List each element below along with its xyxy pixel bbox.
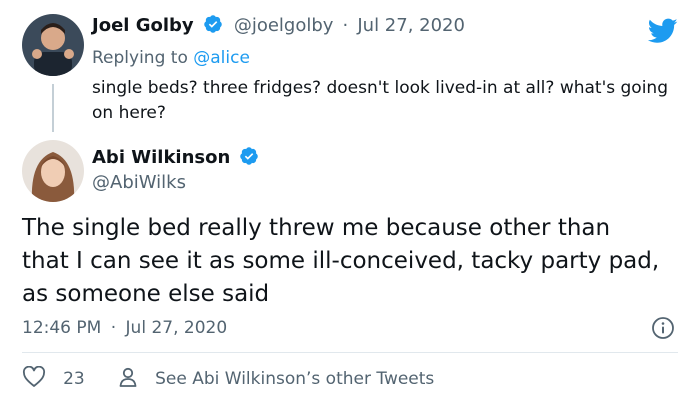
tweet-date[interactable]: Jul 27, 2020 bbox=[126, 318, 228, 338]
joel-avatar[interactable] bbox=[22, 14, 84, 76]
info-icon[interactable] bbox=[651, 316, 675, 340]
abi-avatar[interactable] bbox=[22, 140, 84, 202]
main-author: Abi Wilkinson bbox=[92, 146, 259, 168]
timestamp-separator: · bbox=[110, 318, 117, 338]
like-count: 23 bbox=[63, 369, 85, 389]
main-handle[interactable]: @AbiWilks bbox=[92, 172, 186, 193]
like-button[interactable]: 23 bbox=[22, 365, 85, 392]
twitter-bird-icon[interactable] bbox=[647, 18, 678, 44]
main-author-name[interactable]: Abi Wilkinson bbox=[92, 147, 230, 168]
person-icon bbox=[118, 366, 138, 388]
tweet-time[interactable]: 12:46 PM bbox=[22, 318, 101, 338]
replying-to-prefix: Replying to bbox=[92, 48, 194, 68]
timestamp[interactable]: 12:46 PM · Jul 27, 2020 bbox=[22, 318, 227, 338]
reply-header: Joel Golby @joelgolby · Jul 27, 2020 bbox=[92, 14, 465, 36]
verified-badge-icon bbox=[239, 146, 259, 166]
divider bbox=[22, 352, 678, 353]
replying-to-handle[interactable]: @alice bbox=[193, 48, 250, 68]
heart-icon bbox=[22, 365, 46, 388]
reply-date[interactable]: Jul 27, 2020 bbox=[357, 15, 465, 36]
other-tweets-link[interactable]: See Abi Wilkinson’s other Tweets bbox=[118, 366, 434, 392]
reply-author-name[interactable]: Joel Golby bbox=[92, 15, 194, 36]
other-tweets-label[interactable]: See Abi Wilkinson’s other Tweets bbox=[155, 369, 434, 389]
replying-to: Replying to @alice bbox=[92, 48, 250, 68]
reply-handle[interactable]: @joelgolby bbox=[234, 15, 334, 36]
verified-badge-icon bbox=[203, 14, 223, 34]
thread-line bbox=[52, 84, 54, 132]
reply-text: single beds? three fridges? doesn't look… bbox=[92, 78, 668, 123]
reply-separator: · bbox=[342, 15, 349, 36]
main-tweet-text: The single bed really threw me because o… bbox=[22, 215, 660, 307]
